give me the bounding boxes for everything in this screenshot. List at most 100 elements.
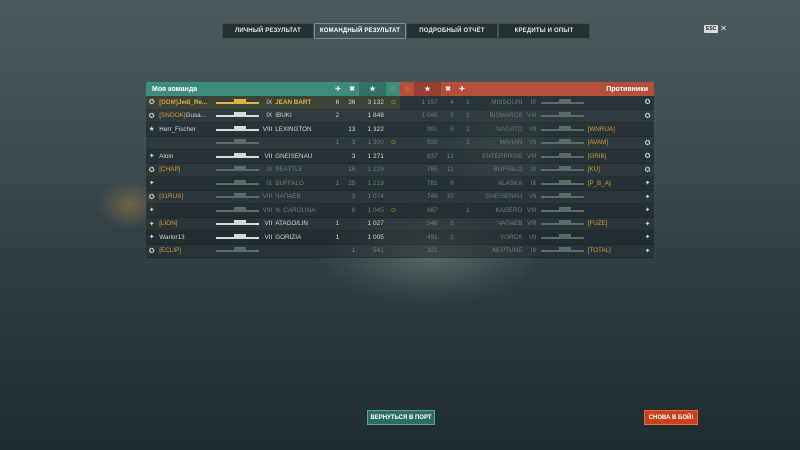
clan-tag: [WNRUA] <box>587 125 615 133</box>
clan-tag: [FUZE] <box>587 220 608 228</box>
player-row[interactable]: ✪ [SNOOK]Gusa... IX IBUKI 2 1 848 <box>146 109 400 123</box>
frags-icon: ✖ <box>349 86 355 93</box>
ship-name: KAGERO <box>495 206 523 214</box>
player-row[interactable]: 749 10 GNEISENAU VII ✦ <box>400 190 654 204</box>
player-row[interactable]: ★ Herr_Fischer VIII LEXINGTON 13 1 322 <box>146 123 400 137</box>
ship-silhouette-icon <box>539 179 585 187</box>
player-nick: Jedi_Re... <box>177 98 208 106</box>
ship-silhouette-icon <box>214 179 261 187</box>
rank-icon: ★ <box>148 126 155 134</box>
ship-silhouette-icon <box>214 152 261 160</box>
ship-silhouette-icon <box>539 98 585 106</box>
ship-silhouette-icon <box>214 193 261 200</box>
player-row[interactable]: 667 1 KAGERO VIII ✦ <box>400 204 654 218</box>
player-row[interactable]: ✦ [LION] VII ATAGO/LIN 1 1 027 <box>146 217 400 231</box>
ship-name: LEXINGTON <box>275 125 312 133</box>
player-nick: Gusa... <box>185 112 206 120</box>
frags-icon: ✖ <box>445 86 451 93</box>
tab-detailed-report[interactable]: ПОДРОБНЫЙ ОТЧЁТ <box>406 23 498 39</box>
tab-team-result[interactable]: КОМАНДНЫЙ РЕЗУЛЬТАТ <box>314 23 406 39</box>
result-tabs: ЛИЧНЫЙ РЕЗУЛЬТАТ КОМАНДНЫЙ РЕЗУЛЬТАТ ПОД… <box>222 23 590 39</box>
ship-silhouette-icon <box>539 193 585 200</box>
ship-silhouette-icon <box>539 139 585 146</box>
player-row[interactable]: 781 6 ALASKA IX [P_B_A] ✦ <box>400 177 654 191</box>
base-xp: 991 <box>426 125 438 133</box>
player-row[interactable]: ✦ IX BUFFALO 1 25 1 219 <box>146 177 400 191</box>
ship-tier: VIII <box>527 112 537 120</box>
rank-icon: ✪ <box>644 112 651 120</box>
ship-tier: VII <box>264 220 273 228</box>
player-row[interactable]: ✦ Aloin VII GNEISENAU 3 1 271 <box>146 150 400 164</box>
player-row[interactable]: 1 3 1 300 ☺ <box>146 136 400 150</box>
base-xp: 1 027 <box>367 220 384 228</box>
xp-star-icon: ★ <box>359 82 386 96</box>
player-row[interactable]: ✦ VIII N. CAROLINA 6 1 045 ☺ <box>146 204 400 218</box>
player-name: [LION] <box>157 220 214 227</box>
tab-credits-xp[interactable]: КРЕДИТЫ И ОПЫТ <box>498 23 590 39</box>
clan-tag: [AVAM] <box>587 139 609 147</box>
player-name: [FUZE] <box>586 220 641 227</box>
close-control[interactable]: ESC ✕ <box>704 25 727 33</box>
base-xp: 1 300 <box>367 139 384 147</box>
rank-icon: ✪ <box>148 166 155 174</box>
player-row[interactable]: 1 045 3 1 BISMARCK VIII ✪ <box>400 109 654 123</box>
player-name: [P_B_A] <box>586 180 641 187</box>
player-row[interactable]: 837 12 ENTERPRISE VIII [GRIB] ✪ <box>400 150 654 164</box>
tab-personal-result[interactable]: ЛИЧНЫЙ РЕЗУЛЬТАТ <box>222 23 314 39</box>
clan-tag: [DDM] <box>159 98 178 106</box>
player-name: [GRIB] <box>586 153 641 160</box>
ship-name: BUFFALO <box>493 166 523 174</box>
rank-icon: ✪ <box>644 153 651 161</box>
player-row[interactable]: 1 157 4 1 MISSOURI IX ✪ <box>400 96 654 110</box>
frags-count: 3 <box>351 139 356 147</box>
rank-icon: ✦ <box>148 220 155 228</box>
base-xp: 3 132 <box>367 98 384 106</box>
ship-name: GORIZIA <box>275 233 302 241</box>
ship-silhouette-icon <box>214 233 261 241</box>
player-row[interactable]: ✪ [CHAP] IX SEATTLE 16 1 229 <box>146 163 400 177</box>
player-row[interactable]: ✦ Warior13 VII GORIZIA 1 1 005 <box>146 231 400 245</box>
ship-silhouette-icon <box>214 98 261 106</box>
player-row[interactable]: 991 5 2 NAGATO VII [WNRUA] <box>400 123 654 137</box>
ship-silhouette-icon <box>214 112 261 119</box>
base-xp: 321 <box>426 247 438 255</box>
ship-tier: IX <box>266 179 273 187</box>
planes-count: 6 <box>335 98 340 106</box>
rank-icon: ✪ <box>148 247 155 255</box>
base-xp: 491 <box>426 233 438 241</box>
player-row[interactable]: 926 2 MAHAN VII [AVAM] ✪ <box>400 136 654 150</box>
player-name: [DDM]Jedi_Re... <box>157 99 214 106</box>
ship-silhouette-icon <box>539 152 585 160</box>
frags-count: 13 <box>348 125 356 133</box>
ship-name: GNEISENAU <box>485 193 523 201</box>
battle-again-button[interactable]: СНОВА В БОЙ! <box>644 410 698 425</box>
close-icon[interactable]: ✕ <box>720 25 727 33</box>
rank-icon: ✦ <box>644 180 651 188</box>
player-row[interactable]: 491 3 YORCK VII ✦ <box>400 231 654 245</box>
player-row[interactable]: ✪ [31RUS] VIII ЧАПАЕВ 3 1 074 <box>146 190 400 204</box>
rank-icon: ✪ <box>644 99 651 107</box>
ship-silhouette-icon <box>214 206 261 214</box>
ship-silhouette-icon <box>539 233 585 241</box>
player-row[interactable]: 785 11 BUFFALO IX [KU] ✪ <box>400 163 654 177</box>
player-name: [KU] <box>586 166 641 173</box>
rank-icon: ✪ <box>148 112 155 120</box>
frags-count: 3 <box>351 152 356 160</box>
planes-count: 1 <box>335 233 340 241</box>
player-row[interactable]: ✪ [ECLIP] 1 541 <box>146 244 400 258</box>
player-row[interactable]: ✪ [DDM]Jedi_Re... IX JEAN BART 6 36 3 132 ☺ <box>146 96 400 110</box>
player-row[interactable]: 548 5 ЧАПАЕВ VIII [FUZE] ✦ <box>400 217 654 231</box>
return-to-port-button[interactable]: ВЕРНУТЬСЯ В ПОРТ <box>367 410 435 425</box>
player-name: [TOTAL] <box>586 247 641 254</box>
player-row[interactable]: 321 NEPTUNE IX [TOTAL] ✦ <box>400 244 654 258</box>
rank-icon: ✦ <box>148 180 155 188</box>
rank-icon: ✪ <box>148 99 155 107</box>
clan-tag: [KU] <box>587 166 600 174</box>
player-name: [CHAP] <box>157 166 214 173</box>
player-name: [31RUS] <box>157 193 214 200</box>
frags-count: 6 <box>351 206 356 214</box>
planes-count: 1 <box>335 139 340 147</box>
ship-silhouette-icon <box>539 220 585 227</box>
achievement-icon: ☺ <box>389 206 397 214</box>
clan-tag: [ECLIP] <box>159 247 181 255</box>
